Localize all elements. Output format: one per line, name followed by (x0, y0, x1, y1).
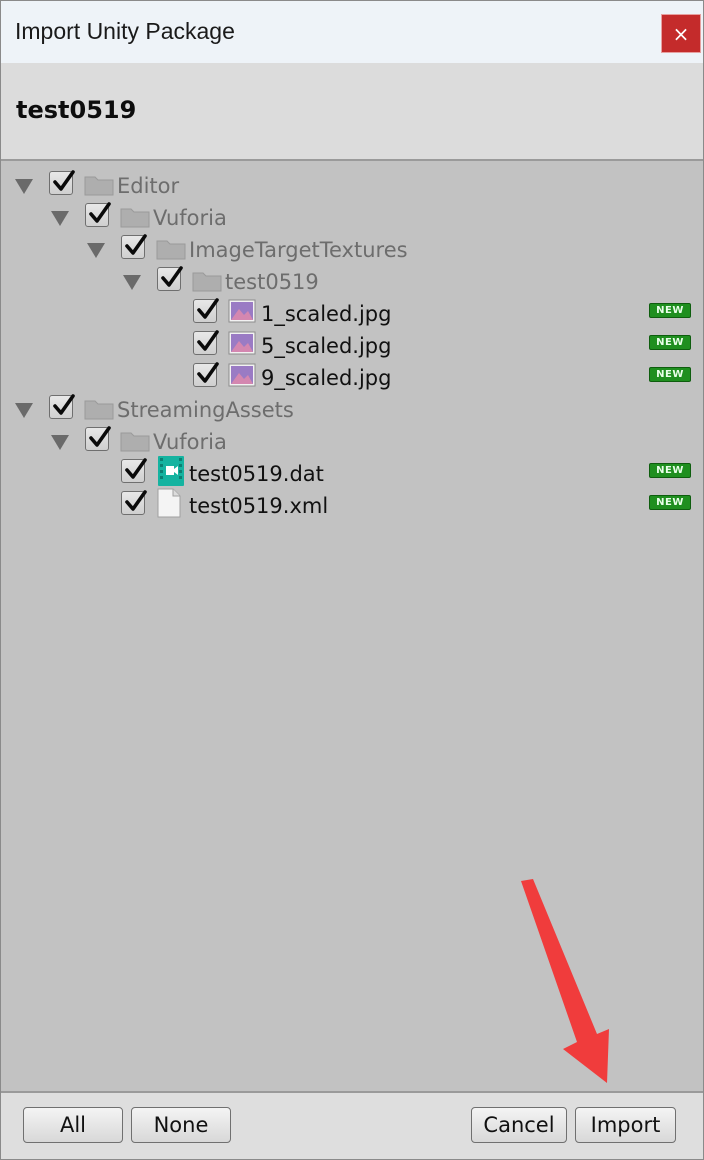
cancel-button[interactable]: Cancel (471, 1107, 567, 1143)
include-checkbox[interactable] (193, 330, 219, 355)
tree-row[interactable]: Vuforia (1, 423, 703, 455)
include-checkbox[interactable] (157, 266, 183, 291)
image-file-icon (228, 363, 256, 391)
tree-item-label: 5_scaled.jpg (261, 334, 392, 358)
tree-row[interactable]: test0519 (1, 263, 703, 295)
include-checkbox[interactable] (121, 458, 147, 483)
folder-icon (156, 238, 186, 264)
import-package-window: Import Unity Package × test0519 Editor Vu… (0, 0, 704, 1160)
tree-row[interactable]: test0519.xml NEW (1, 487, 703, 519)
expand-triangle-icon[interactable] (87, 243, 105, 258)
tree-row[interactable]: 5_scaled.jpg NEW (1, 327, 703, 359)
tree-item-label: test0519.dat (189, 462, 324, 486)
tree-row[interactable]: StreamingAssets (1, 391, 703, 423)
expand-triangle-icon[interactable] (51, 211, 69, 226)
image-file-icon (228, 331, 256, 359)
include-checkbox[interactable] (49, 170, 75, 195)
new-badge: NEW (649, 335, 691, 350)
package-header: test0519 (1, 63, 703, 161)
video-data-file-icon (157, 456, 185, 490)
tree-item-label: Editor (117, 174, 180, 198)
folder-icon (120, 430, 150, 456)
include-checkbox[interactable] (193, 298, 219, 323)
include-checkbox[interactable] (85, 202, 111, 227)
import-button[interactable]: Import (575, 1107, 676, 1143)
close-icon: × (672, 21, 690, 46)
include-checkbox[interactable] (85, 426, 111, 451)
tree-item-label: test0519.xml (189, 494, 329, 518)
tree-item-label: 1_scaled.jpg (261, 302, 392, 326)
tree-row[interactable]: Vuforia (1, 199, 703, 231)
title-bar: Import Unity Package × (1, 1, 703, 63)
select-none-button[interactable]: None (131, 1107, 231, 1143)
image-file-icon (228, 299, 256, 327)
tree-row[interactable]: Editor (1, 167, 703, 199)
tree-item-label: Vuforia (153, 430, 227, 454)
include-checkbox[interactable] (49, 394, 75, 419)
window-title: Import Unity Package (15, 17, 235, 44)
tree-item-label: ImageTargetTextures (189, 238, 408, 262)
tree-row[interactable]: 1_scaled.jpg NEW (1, 295, 703, 327)
close-button[interactable]: × (661, 14, 701, 53)
new-badge: NEW (649, 367, 691, 382)
new-badge: NEW (649, 463, 691, 478)
annotation-arrow-icon (521, 879, 609, 1083)
expand-triangle-icon[interactable] (15, 403, 33, 418)
tree-row[interactable]: test0519.dat NEW (1, 455, 703, 487)
expand-triangle-icon[interactable] (123, 275, 141, 290)
tree-row[interactable]: ImageTargetTextures (1, 231, 703, 263)
tree-item-label: StreamingAssets (117, 398, 294, 422)
include-checkbox[interactable] (121, 490, 147, 515)
package-name: test0519 (16, 96, 137, 124)
expand-triangle-icon[interactable] (15, 179, 33, 194)
folder-icon (84, 174, 114, 200)
tree-item-label: test0519 (225, 270, 319, 294)
new-badge: NEW (649, 303, 691, 318)
expand-triangle-icon[interactable] (51, 435, 69, 450)
select-all-button[interactable]: All (23, 1107, 123, 1143)
tree-row[interactable]: 9_scaled.jpg NEW (1, 359, 703, 391)
folder-icon (120, 206, 150, 232)
new-badge: NEW (649, 495, 691, 510)
include-checkbox[interactable] (193, 362, 219, 387)
tree-item-label: 9_scaled.jpg (261, 366, 392, 390)
text-file-icon (157, 488, 181, 522)
tree-item-label: Vuforia (153, 206, 227, 230)
include-checkbox[interactable] (121, 234, 147, 259)
button-bar: All None Cancel Import (1, 1091, 703, 1159)
folder-icon (192, 270, 222, 296)
folder-icon (84, 398, 114, 424)
